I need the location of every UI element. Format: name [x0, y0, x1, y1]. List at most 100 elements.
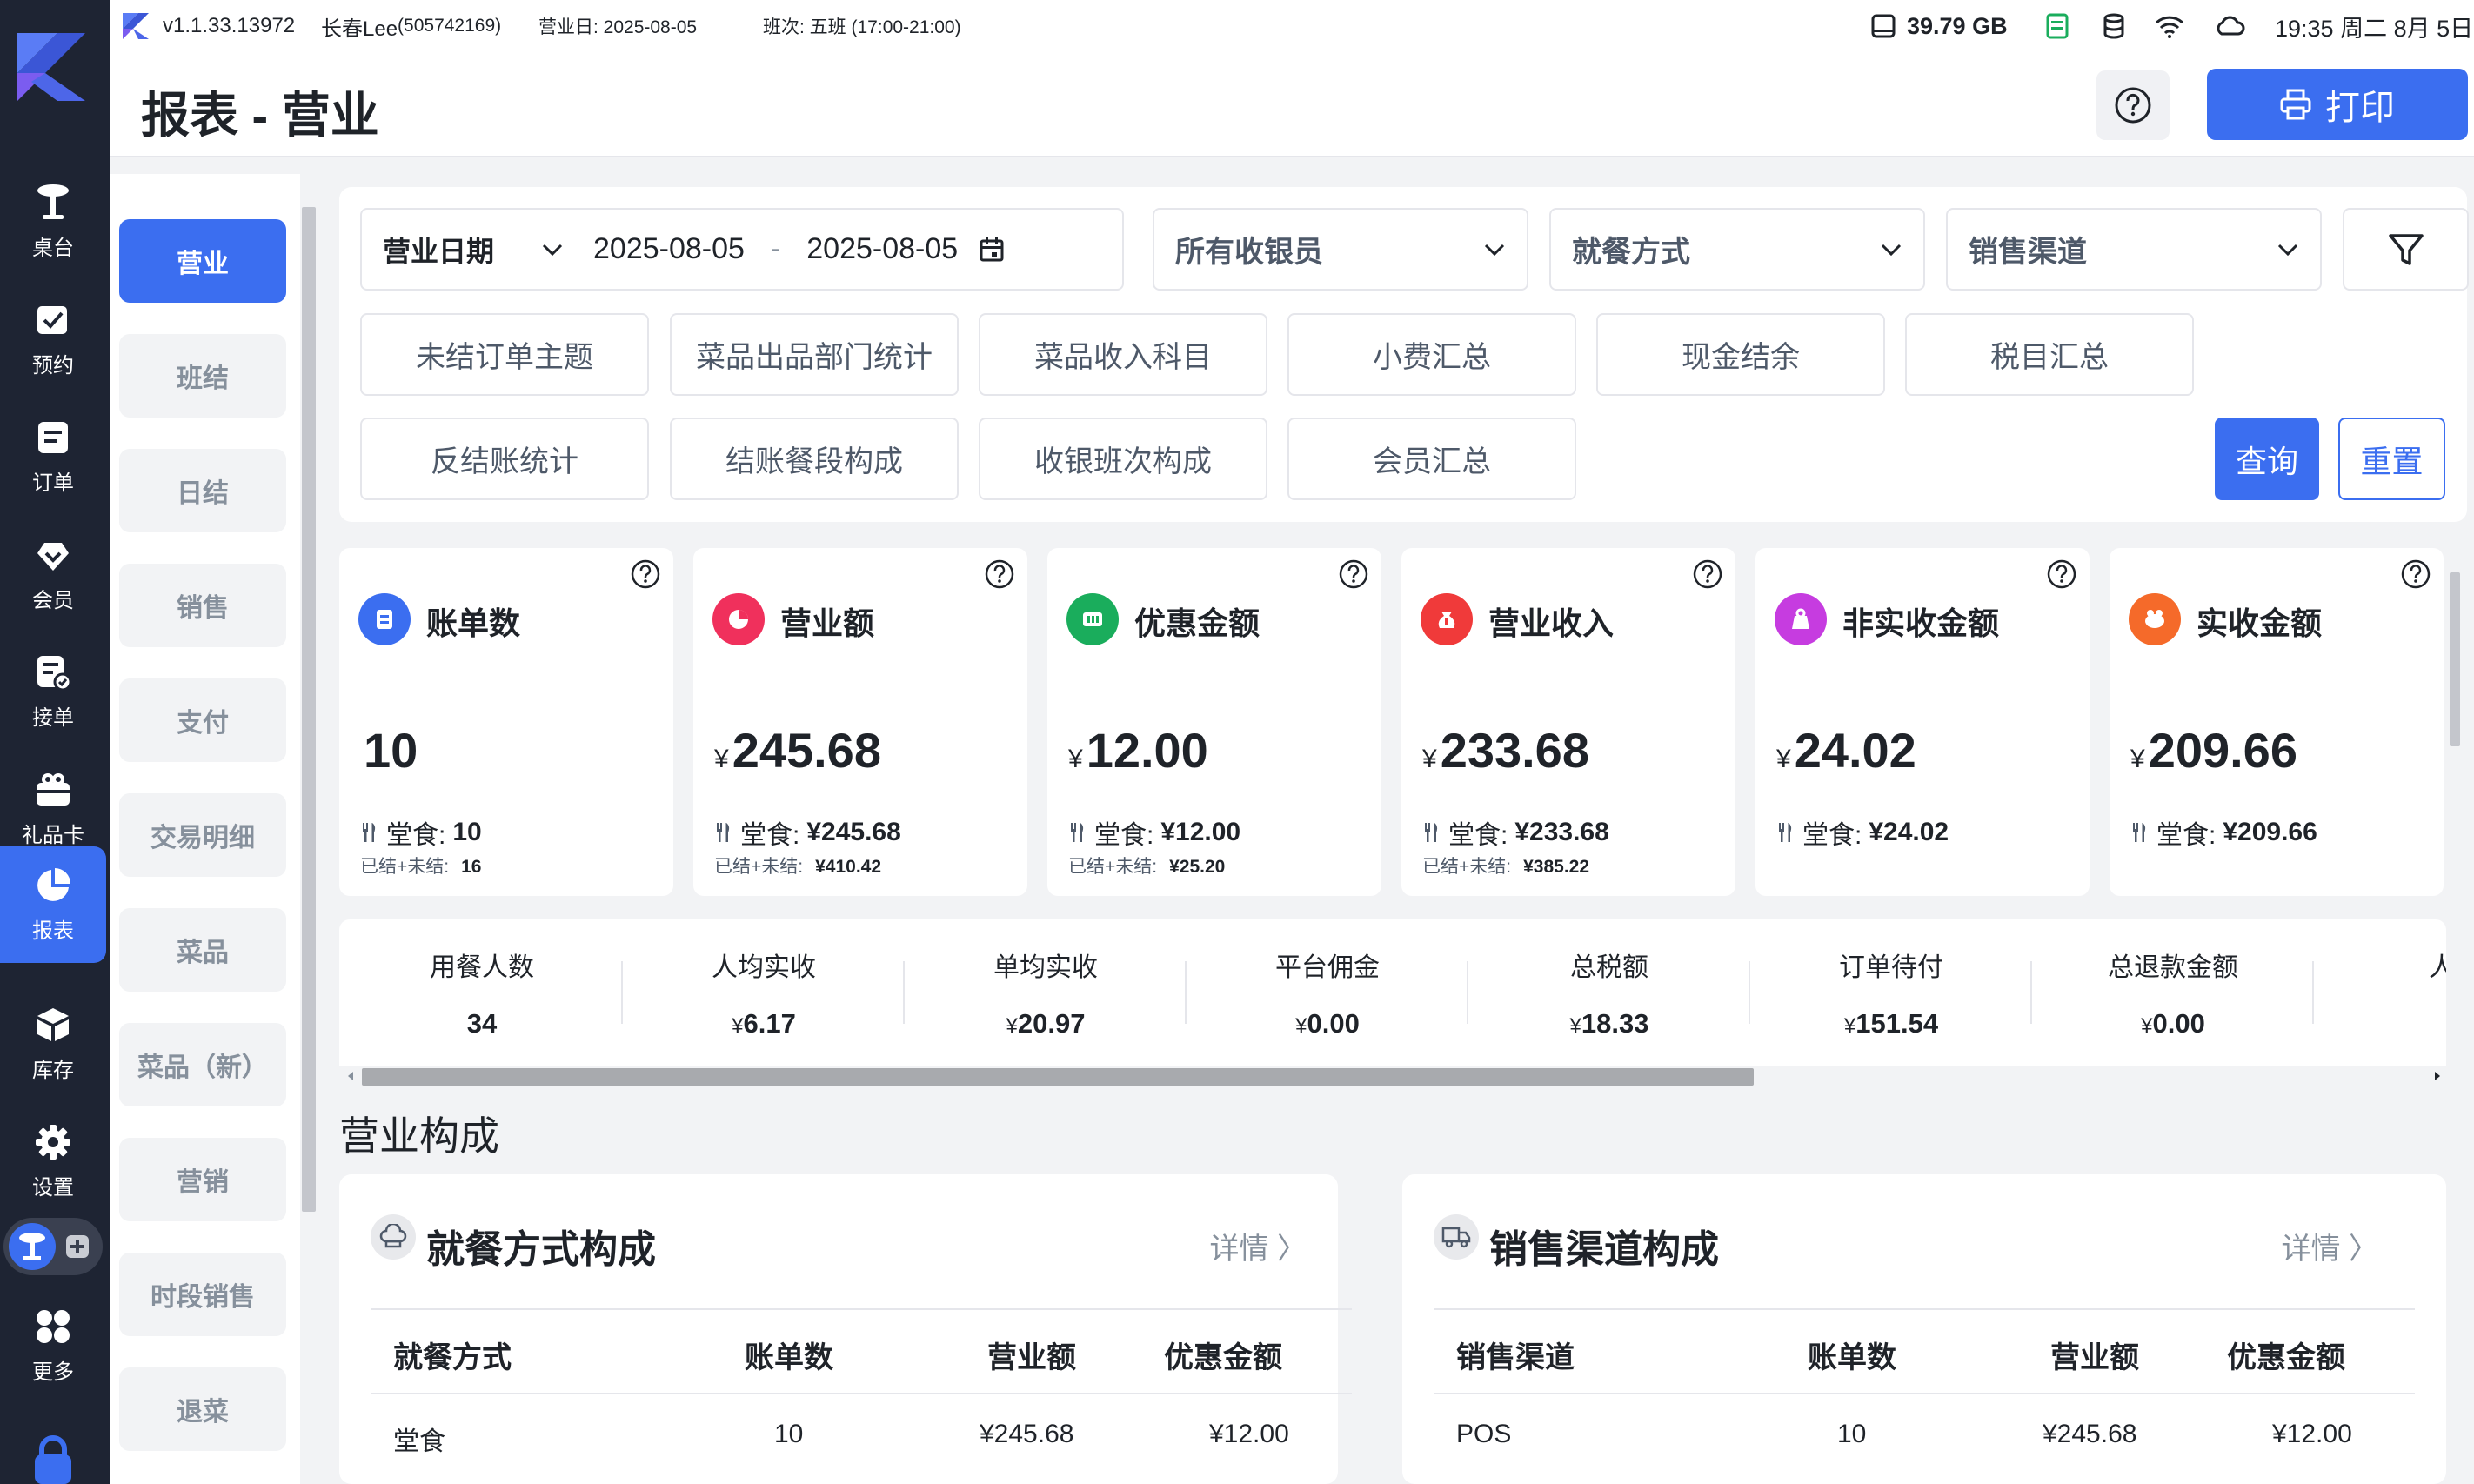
nav-item-member[interactable]: 会员	[0, 516, 106, 632]
storage-value: 39.79 GB	[1907, 12, 2008, 39]
table-cell: 堂食	[393, 1427, 445, 1456]
subnav-payment[interactable]: 支付	[119, 678, 286, 762]
nav-item-inventory[interactable]: 库存	[0, 986, 106, 1102]
metric-amount: 0.00	[2152, 1008, 2205, 1039]
card-value: ¥245.68	[714, 722, 881, 779]
subnav-sales[interactable]: 销售	[119, 564, 286, 647]
help-icon[interactable]	[1692, 558, 1723, 594]
date-range-picker[interactable]: 营业日期 2025-08-05 - 2025-08-05	[360, 208, 1124, 291]
sales-channel-select[interactable]: 销售渠道	[1946, 208, 2322, 291]
truck-icon	[1434, 1214, 1479, 1260]
total-value: ¥410.42	[815, 857, 882, 877]
calendar-icon	[980, 237, 1004, 261]
user-name: 长春Lee	[321, 17, 398, 41]
table-cell: ¥245.68	[2043, 1420, 2137, 1448]
printer-icon	[2280, 89, 2311, 120]
date-from[interactable]: 2025-08-05	[593, 232, 745, 266]
cloud-icon	[2214, 0, 2245, 52]
total-label: 已结+未结:	[360, 857, 450, 877]
subnav-scrollbar[interactable]	[300, 191, 318, 1484]
date-to[interactable]: 2025-08-05	[806, 232, 958, 266]
query-button[interactable]: 查询	[2215, 418, 2319, 500]
help-icon[interactable]	[630, 558, 661, 594]
tag-checkout-period[interactable]: 结账餐段构成	[670, 418, 959, 500]
scrollbar-thumb[interactable]	[302, 207, 316, 1212]
tag-cashier-shift[interactable]: 收银班次构成	[979, 418, 1267, 500]
subnav-dishes[interactable]: 菜品	[119, 908, 286, 992]
subnav-dishes-new[interactable]: 菜品（新）	[119, 1023, 286, 1106]
nav-item-settings[interactable]: 设置	[0, 1103, 106, 1220]
metrics-strip: 用餐人数 34 人均实收 ¥6.17 单均实收 ¥20.97 平台佣金 ¥0.00 总税额 ¥18…	[339, 919, 2446, 1066]
tag-reverse-checkout[interactable]: 反结账统计	[360, 418, 649, 500]
scroll-right-icon[interactable]	[2433, 1071, 2442, 1081]
subnav-daily-close[interactable]: 日结	[119, 449, 286, 532]
help-icon[interactable]	[1338, 558, 1369, 594]
kpi-card: 营业额 ¥245.68 堂食: ¥245.68 已结+未结: ¥410.42	[693, 548, 1027, 896]
help-icon[interactable]	[2400, 558, 2431, 594]
subnav-transactions[interactable]: 交易明细	[119, 793, 286, 877]
filter-button[interactable]	[2343, 208, 2469, 291]
tag-unsettled-orders[interactable]: 未结订单主题	[360, 313, 649, 396]
scrollbar-thumb[interactable]	[2450, 572, 2460, 746]
cashier-select[interactable]: 所有收银员	[1153, 208, 1528, 291]
received-icon	[2129, 593, 2181, 645]
more-icon	[34, 1307, 72, 1346]
tag-tips[interactable]: 小费汇总	[1287, 313, 1576, 396]
content-scrollbar[interactable]	[2447, 557, 2463, 922]
reset-button[interactable]: 重置	[2338, 418, 2445, 500]
card-total-row: 已结+未结: ¥410.42	[714, 852, 881, 879]
tag-member-summary[interactable]: 会员汇总	[1287, 418, 1576, 500]
tag-cash-balance[interactable]: 现金结余	[1596, 313, 1885, 396]
metric-amount: 20.97	[1017, 1008, 1086, 1039]
details-link[interactable]: 详情 〉	[2282, 1225, 2378, 1267]
fork-knife-icon	[1071, 823, 1084, 842]
scroll-left-icon[interactable]	[346, 1071, 355, 1081]
printer-status-icon	[2046, 0, 2069, 52]
database-icon	[2103, 0, 2125, 52]
table-mode-icon[interactable]	[9, 1223, 56, 1270]
currency-symbol: ¥	[1006, 1014, 1018, 1038]
sub-label: 堂食:	[2156, 821, 2217, 850]
subnav-period-sales[interactable]: 时段销售	[119, 1253, 286, 1336]
nav-item-order[interactable]: 订单	[0, 398, 106, 515]
quick-order-icon[interactable]	[63, 1232, 92, 1261]
app-version: v1.1.33.13972	[163, 14, 296, 37]
subnav-returns[interactable]: 退菜	[119, 1367, 286, 1451]
nav-item-reservation[interactable]: 预约	[0, 281, 106, 398]
report-icon	[34, 866, 72, 905]
help-button[interactable]	[2096, 70, 2170, 140]
chevron-down-icon	[2277, 244, 2298, 256]
tag-tax[interactable]: 税目汇总	[1905, 313, 2194, 396]
subnav-business[interactable]: 营业	[119, 219, 286, 303]
scrollbar-thumb[interactable]	[362, 1068, 1754, 1086]
help-icon[interactable]	[2046, 558, 2077, 594]
nav-label: 更多	[32, 1360, 74, 1384]
dining-type-select[interactable]: 就餐方式	[1549, 208, 1925, 291]
subnav-marketing[interactable]: 营销	[119, 1138, 286, 1221]
col-header: 营业额	[2050, 1341, 2139, 1374]
nav-item-table[interactable]: 桌台	[0, 164, 106, 280]
details-link[interactable]: 详情 〉	[1210, 1225, 1307, 1267]
nav-item-accept-order[interactable]: 接单	[0, 633, 106, 750]
total-label: 已结+未结:	[1068, 857, 1158, 877]
lock-icon[interactable]	[31, 1435, 75, 1484]
metric-value: ¥20.97	[906, 1008, 1185, 1039]
app-logo	[17, 33, 85, 101]
metric-label: 平台佣金	[1275, 953, 1380, 982]
card-sub-row: 堂食: ¥209.66	[2130, 813, 2317, 852]
kpi-card: 非实收金额 ¥24.02 堂食: ¥24.02	[1755, 548, 2090, 896]
help-icon[interactable]	[984, 558, 1015, 594]
tag-dish-department[interactable]: 菜品出品部门统计	[670, 313, 959, 396]
nav-label: 礼品卡	[22, 823, 84, 847]
print-button[interactable]: 打印	[2207, 69, 2468, 140]
settings-icon	[34, 1123, 72, 1161]
tag-dish-income[interactable]: 菜品收入科目	[979, 313, 1267, 396]
metric-divider	[2030, 961, 2032, 1024]
metrics-scrollbar[interactable]	[344, 1066, 2447, 1086]
subnav-shift-close[interactable]: 班结	[119, 334, 286, 418]
nav-item-more[interactable]: 更多	[0, 1287, 106, 1404]
currency-symbol: ¥	[732, 1014, 744, 1038]
dining-composition-panel: 就餐方式构成 详情 〉 就餐方式 账单数 营业额 优惠金额 堂食 10 ¥245…	[339, 1174, 1352, 1484]
nav-item-report[interactable]: 报表	[0, 846, 106, 963]
mode-toggle[interactable]	[3, 1218, 103, 1275]
